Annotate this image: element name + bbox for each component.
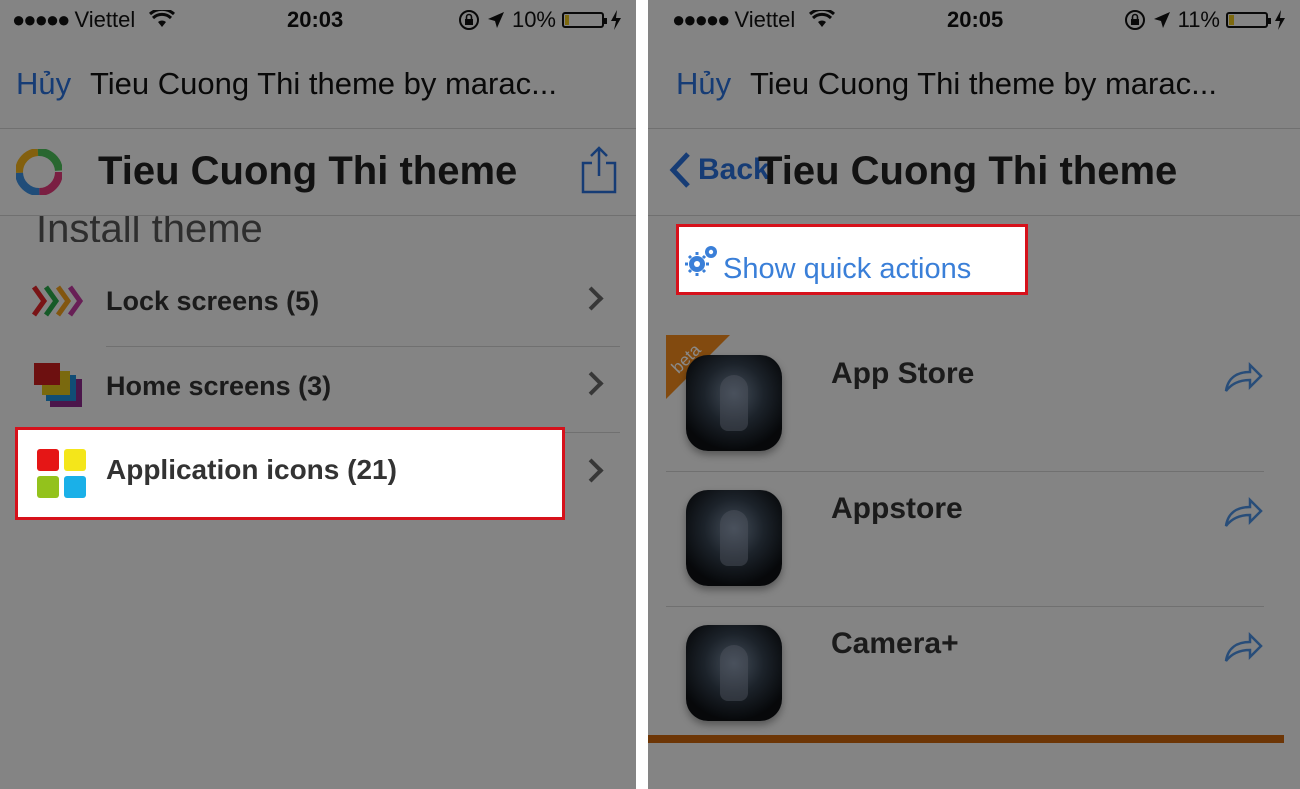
carrier-name: Viettel (74, 7, 136, 32)
cancel-button[interactable]: Hủy (676, 66, 731, 102)
theme-title: Tieu Cuong Thi theme (758, 149, 1178, 193)
show-quick-actions-button[interactable]: Show quick actions (676, 224, 1028, 295)
right-screenshot: ●●●●● Viettel 20:05 11% Hủy Tieu Cuong Th… (648, 0, 1300, 789)
app-row-appstore[interactable]: Appstore (666, 470, 1264, 605)
cancel-button[interactable]: Hủy (16, 66, 71, 102)
orientation-lock-icon (458, 10, 479, 30)
app-logo-icon (16, 149, 62, 195)
charging-bolt-icon (1275, 10, 1285, 30)
status-time: 20:03 (287, 7, 344, 32)
stacked-squares-icon (34, 363, 82, 407)
battery-percent: 10% (511, 7, 556, 32)
theme-header: Tieu Cuong Thi theme (0, 129, 636, 216)
gears-icon (685, 246, 717, 276)
theme-title: Tieu Cuong Thi theme (98, 149, 518, 193)
menu-item-label: Lock screens (5) (106, 286, 320, 316)
signal-dots-icon: ●●●●● (672, 7, 730, 32)
app-icon (686, 355, 782, 451)
wifi-icon (809, 7, 836, 27)
menu-item-application-icons[interactable]: Application icons (21) (15, 427, 565, 520)
menu-item-label: Home screens (3) (106, 371, 332, 401)
chevrons-icon (32, 285, 84, 317)
battery-icon (562, 12, 607, 28)
accent-bar (648, 735, 1284, 743)
wifi-icon (149, 7, 176, 27)
orientation-lock-icon (1124, 10, 1145, 30)
charging-bolt-icon (611, 10, 621, 30)
menu-item-home-screens[interactable]: Home screens (3) (0, 343, 636, 429)
app-row-camera-plus[interactable]: Camera+ (666, 605, 1264, 740)
share-arrow-icon[interactable] (1222, 631, 1264, 665)
browser-navbar: Hủy Tieu Cuong Thi theme by marac... (0, 52, 636, 129)
carrier-name: Viettel (734, 7, 796, 32)
status-bar: ●●●●● Viettel 20:03 10% (0, 0, 636, 40)
location-arrow-icon (487, 12, 504, 28)
browser-navbar: Hủy Tieu Cuong Thi theme by marac... (648, 52, 1300, 129)
app-name: App Store (831, 357, 975, 390)
app-icon (686, 490, 782, 586)
chevron-right-icon (579, 286, 604, 311)
navbar-title: Tieu Cuong Thi theme by marac... (90, 66, 557, 101)
status-time: 20:05 (947, 7, 1004, 32)
menu-item-lock-screens[interactable]: Lock screens (5) (0, 258, 636, 344)
share-arrow-icon[interactable] (1222, 496, 1264, 530)
navbar-title: Tieu Cuong Thi theme by marac... (750, 66, 1217, 101)
chevron-right-icon (579, 371, 604, 396)
app-row-app-store[interactable]: App Store (666, 335, 1264, 470)
section-title: Install theme (36, 216, 263, 242)
share-icon[interactable] (580, 145, 618, 195)
share-arrow-icon[interactable] (1222, 361, 1264, 395)
location-arrow-icon (1153, 12, 1170, 28)
status-bar: ●●●●● Viettel 20:05 11% (648, 0, 1300, 40)
battery-percent: 11% (1177, 7, 1220, 32)
chevron-right-icon (579, 458, 604, 483)
signal-dots-icon: ●●●●● (12, 7, 70, 32)
battery-icon (1226, 12, 1271, 28)
theme-header: Back Tieu Cuong Thi theme (648, 129, 1300, 216)
four-squares-icon (37, 449, 86, 498)
quick-actions-label: Show quick actions (723, 253, 972, 285)
app-name: Appstore (831, 492, 963, 525)
left-screenshot: ●●●●● Viettel 20:03 10% Hủy Tieu Cuong Th… (0, 0, 636, 789)
divider (636, 0, 648, 789)
chevron-left-icon (669, 152, 690, 188)
app-icon (686, 625, 782, 721)
back-button[interactable]: Back (668, 151, 770, 189)
app-name: Camera+ (831, 627, 959, 660)
menu-item-label: Application icons (21) (106, 454, 397, 485)
